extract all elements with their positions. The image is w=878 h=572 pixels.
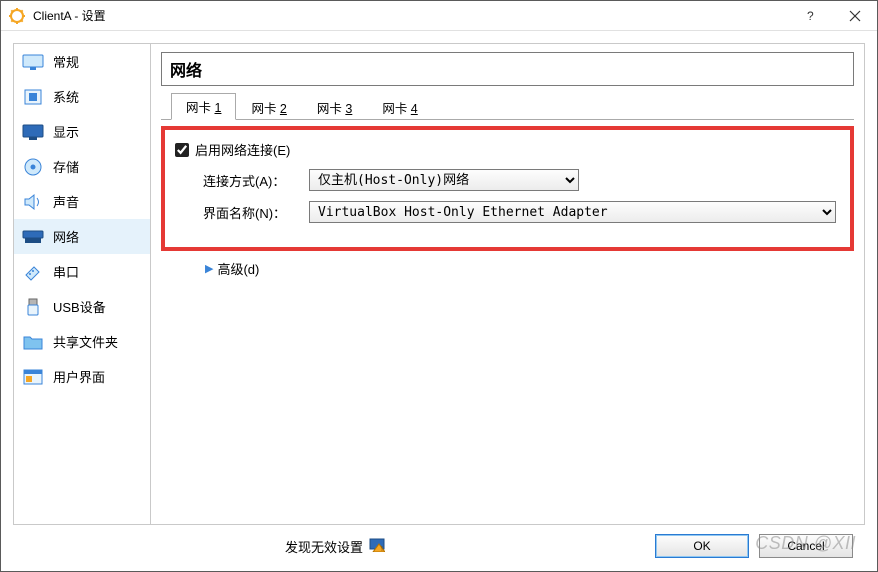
sidebar-item-general[interactable]: 常规 xyxy=(14,44,150,79)
sidebar-item-label: 常规 xyxy=(53,52,79,71)
status-text: 发现无效设置 xyxy=(285,537,363,556)
network-icon xyxy=(22,228,44,246)
serial-icon xyxy=(22,263,44,281)
sidebar-item-label: 显示 xyxy=(53,122,79,141)
sidebar-item-storage[interactable]: 存储 xyxy=(14,149,150,184)
storage-icon xyxy=(22,158,44,176)
interface-name-label: 界面名称(N)： xyxy=(203,203,301,222)
tab-adapter-3[interactable]: 网卡 3 xyxy=(302,94,367,120)
adapter-tabs: 网卡 1 网卡 2 网卡 3 网卡 4 xyxy=(161,96,854,120)
interface-name-row: 界面名称(N)： VirtualBox Host-Only Ethernet A… xyxy=(203,201,836,223)
interface-name-select[interactable]: VirtualBox Host-Only Ethernet Adapter xyxy=(309,201,836,223)
sidebar-item-label: USB设备 xyxy=(53,297,106,316)
sidebar-item-network[interactable]: 网络 xyxy=(14,219,150,254)
sidebar-item-label: 存储 xyxy=(53,157,79,176)
tab-adapter-4[interactable]: 网卡 4 xyxy=(367,94,432,120)
sidebar-item-display[interactable]: 显示 xyxy=(14,114,150,149)
close-button[interactable] xyxy=(832,1,877,30)
window-title: ClientA - 设置 xyxy=(33,7,787,24)
sidebar-item-label: 串口 xyxy=(53,262,79,281)
help-button[interactable]: ? xyxy=(787,1,832,30)
display-icon xyxy=(22,123,44,141)
advanced-label: 高级(d) xyxy=(217,259,259,278)
heading-box: 网络 xyxy=(161,52,854,86)
sidebar-item-label: 用户界面 xyxy=(53,367,105,386)
sidebar-item-ui[interactable]: 用户界面 xyxy=(14,359,150,394)
triangle-right-icon: ▶ xyxy=(205,262,213,275)
svg-text:!: ! xyxy=(381,546,383,552)
content-panel: 网络 网卡 1 网卡 2 网卡 3 网卡 4 启用网络连接(E) 连接方式(A)… xyxy=(151,43,865,525)
warning-icon: ! xyxy=(369,538,385,555)
sidebar-item-label: 系统 xyxy=(53,87,79,106)
cancel-button[interactable]: Cancel xyxy=(759,534,853,558)
enable-network-label: 启用网络连接(E) xyxy=(195,140,290,159)
attached-to-row: 连接方式(A)： 仅主机(Host-Only)网络 xyxy=(203,169,836,191)
enable-network-checkbox[interactable] xyxy=(175,143,189,157)
sidebar-item-label: 共享文件夹 xyxy=(53,332,118,351)
sidebar-item-audio[interactable]: 声音 xyxy=(14,184,150,219)
titlebar: ClientA - 设置 ? xyxy=(1,1,877,31)
sidebar-item-system[interactable]: 系统 xyxy=(14,79,150,114)
page-title: 网络 xyxy=(170,57,845,81)
status-area: 发现无效设置 ! xyxy=(25,537,645,556)
sidebar-item-label: 网络 xyxy=(53,227,79,246)
general-icon xyxy=(22,53,44,71)
ok-button[interactable]: OK xyxy=(655,534,749,558)
bottom-bar: 发现无效设置 ! OK Cancel xyxy=(13,525,865,563)
attached-to-select[interactable]: 仅主机(Host-Only)网络 xyxy=(309,169,579,191)
usb-icon xyxy=(22,298,44,316)
svg-text:?: ? xyxy=(807,9,814,23)
sidebar-item-serial[interactable]: 串口 xyxy=(14,254,150,289)
tab-adapter-2[interactable]: 网卡 2 xyxy=(236,94,301,120)
system-icon xyxy=(22,88,44,106)
sidebar-item-label: 声音 xyxy=(53,192,79,211)
sidebar-item-usb[interactable]: USB设备 xyxy=(14,289,150,324)
client-area: 常规 系统 显示 存储 声音 xyxy=(1,31,877,571)
sidebar-item-shared[interactable]: 共享文件夹 xyxy=(14,324,150,359)
app-icon xyxy=(9,8,25,24)
sidebar: 常规 系统 显示 存储 声音 xyxy=(13,43,151,525)
audio-icon xyxy=(22,193,44,211)
window-buttons: ? xyxy=(787,1,877,30)
tab-adapter-1[interactable]: 网卡 1 xyxy=(171,93,236,120)
ui-icon xyxy=(22,368,44,386)
enable-network-checkbox-row[interactable]: 启用网络连接(E) xyxy=(175,140,836,159)
advanced-toggle[interactable]: ▶ 高级(d) xyxy=(205,259,854,278)
settings-window: ClientA - 设置 ? 常规 系统 显示 xyxy=(0,0,878,572)
folder-icon xyxy=(22,333,44,351)
highlight-box: 启用网络连接(E) 连接方式(A)： 仅主机(Host-Only)网络 界面名称… xyxy=(161,126,854,251)
attached-to-label: 连接方式(A)： xyxy=(203,171,301,190)
